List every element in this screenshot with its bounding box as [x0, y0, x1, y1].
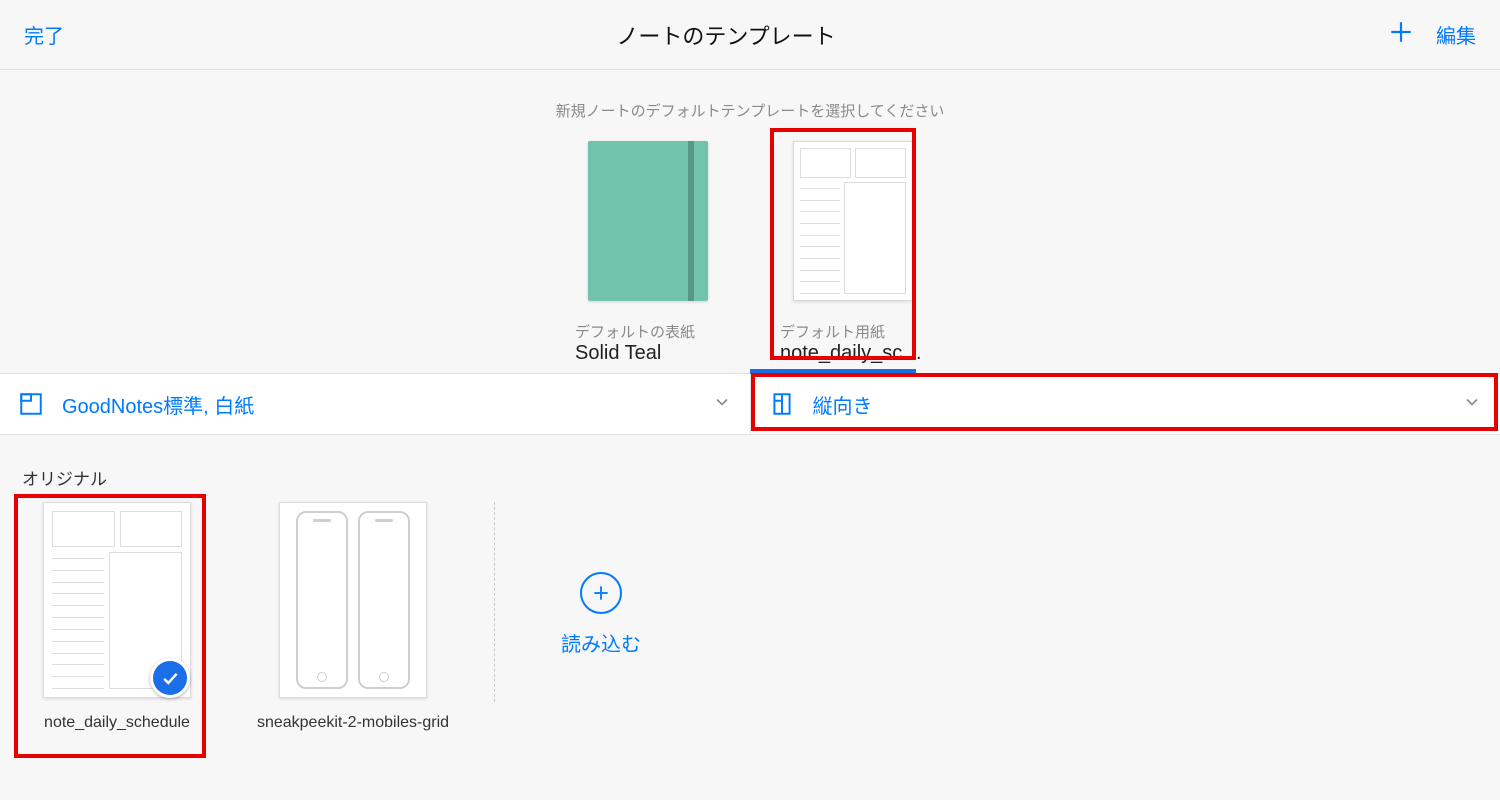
grid-icon [18, 391, 44, 417]
paper-style-filter[interactable]: GoodNotes標準, 白紙 [0, 374, 750, 434]
orientation-filter[interactable]: 縦向き [751, 374, 1500, 434]
templates-row: note_daily_schedule sneakpeekit-2-mobile… [0, 502, 1500, 732]
plus-icon [1388, 19, 1414, 45]
default-paper-name: note_daily_sche… [780, 342, 925, 365]
plus-icon [591, 583, 611, 603]
filter-bar: GoodNotes標準, 白紙 縦向き [0, 373, 1500, 435]
active-tab-indicator [750, 369, 916, 374]
instruction-text: 新規ノートのデフォルトテンプレートを選択してください [0, 100, 1500, 121]
paper-style-label: GoodNotes標準, 白紙 [62, 390, 254, 419]
template-item-mobiles-grid[interactable]: sneakpeekit-2-mobiles-grid [258, 502, 448, 732]
edit-button[interactable]: 編集 [1436, 20, 1476, 49]
template-label: sneakpeekit-2-mobiles-grid [257, 714, 449, 732]
add-button[interactable] [1388, 19, 1414, 50]
default-paper-label: デフォルト用紙 [780, 321, 885, 342]
done-button[interactable]: 完了 [24, 20, 64, 49]
import-button[interactable]: 読み込む [541, 572, 661, 657]
chevron-down-icon [1462, 392, 1482, 417]
import-label: 読み込む [561, 628, 641, 657]
orientation-icon [769, 391, 795, 417]
page-title: ノートのテンプレート [64, 19, 1388, 51]
default-cover-name: Solid Teal [575, 342, 661, 365]
section-title-original: オリジナル [22, 465, 1500, 490]
orientation-label: 縦向き [813, 390, 873, 419]
chevron-down-icon [712, 392, 732, 417]
template-item-daily-schedule[interactable]: note_daily_schedule [22, 502, 212, 732]
selected-check-badge [150, 658, 190, 698]
defaults-row: デフォルトの表紙 Solid Teal デフォルト用紙 note_daily_s… [0, 141, 1500, 365]
default-cover-item[interactable]: デフォルトの表紙 Solid Teal [575, 141, 720, 365]
header-bar: 完了 ノートのテンプレート 編集 [0, 0, 1500, 70]
default-paper-item[interactable]: デフォルト用紙 note_daily_sche… [780, 141, 925, 365]
template-label: note_daily_schedule [44, 714, 190, 732]
check-icon [160, 668, 180, 688]
vertical-separator [494, 502, 495, 702]
default-cover-thumbnail [588, 141, 708, 301]
default-cover-label: デフォルトの表紙 [575, 321, 695, 342]
default-paper-thumbnail [793, 141, 913, 301]
import-plus-circle [580, 572, 622, 614]
template-thumbnail [279, 502, 427, 698]
